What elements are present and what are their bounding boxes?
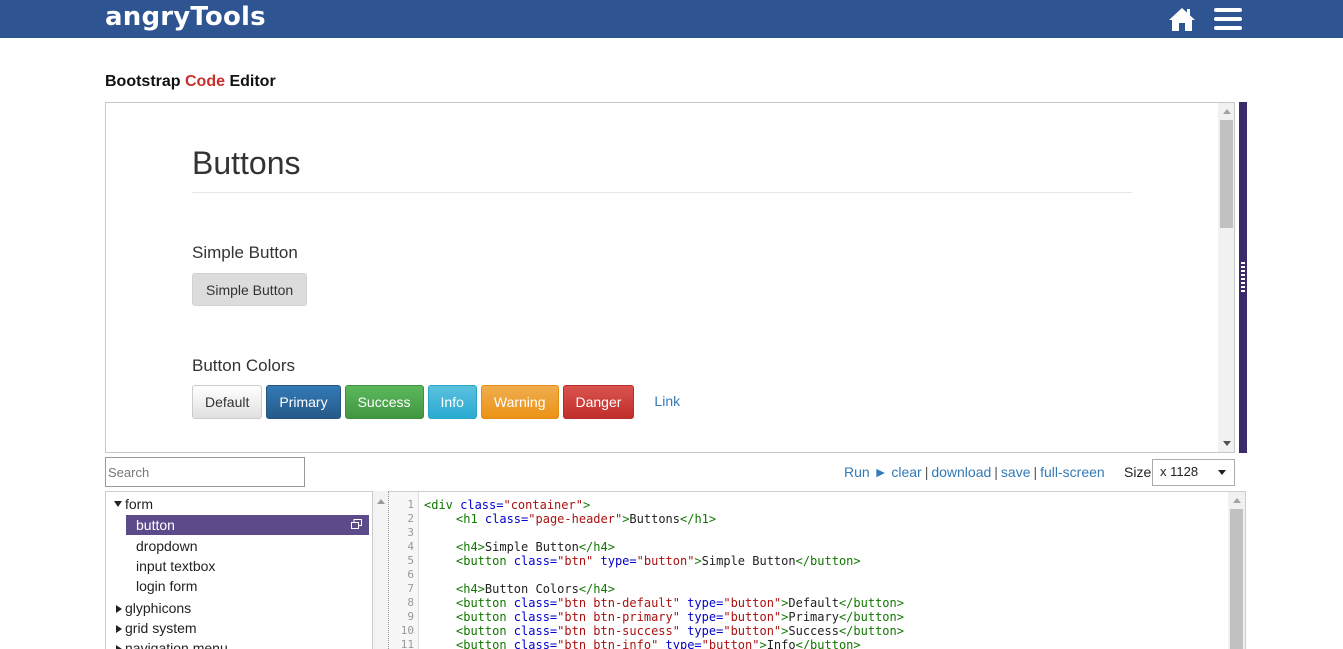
line-number: 2 bbox=[407, 512, 414, 525]
grip-icon[interactable] bbox=[1241, 262, 1245, 292]
line-number: 8 bbox=[407, 596, 414, 609]
caret-right-icon[interactable] bbox=[116, 605, 122, 613]
success-button[interactable]: Success bbox=[344, 385, 424, 419]
simple-button[interactable]: Simple Button bbox=[192, 273, 308, 306]
tree-item-input-textbox[interactable]: input textbox bbox=[136, 556, 215, 576]
info-button[interactable]: Info bbox=[427, 385, 477, 419]
tree-item-login-form[interactable]: login form bbox=[136, 576, 197, 596]
link-button[interactable]: Link bbox=[638, 385, 696, 419]
size-label: Size bbox=[1124, 464, 1152, 480]
button-colors-heading: Button Colors bbox=[192, 356, 295, 375]
preview-frame: Buttons Simple Button Simple Button Butt… bbox=[105, 102, 1235, 453]
tree-item-label: grid system bbox=[125, 620, 197, 636]
tree-item-glyphicons[interactable]: glyphicons bbox=[116, 598, 191, 618]
line-number: 3 bbox=[407, 526, 414, 539]
tree-item-button[interactable]: button bbox=[126, 515, 369, 535]
scroll-up-icon[interactable] bbox=[1223, 109, 1231, 114]
code-scrollbar[interactable] bbox=[1228, 492, 1245, 649]
line-number: 9 bbox=[407, 610, 414, 623]
top-navbar: angryTools bbox=[0, 0, 1343, 38]
resize-splitter[interactable] bbox=[1239, 102, 1247, 453]
tree-item-label: button bbox=[136, 517, 175, 533]
line-number: 6 bbox=[407, 568, 414, 581]
scrollbar-thumb[interactable] bbox=[1230, 509, 1243, 649]
preview-scrollbar[interactable] bbox=[1218, 103, 1234, 452]
tree-item-dropdown[interactable]: dropdown bbox=[136, 536, 198, 556]
caret-right-icon[interactable] bbox=[116, 645, 122, 649]
line-number: 4 bbox=[407, 540, 414, 553]
caret-right-icon[interactable] bbox=[116, 625, 122, 633]
size-select[interactable]: x 1128 bbox=[1152, 459, 1235, 486]
preview-divider bbox=[192, 192, 1132, 193]
code-line: <button class="btn btn-info" type="butto… bbox=[456, 638, 861, 649]
code-line: <button class="btn" type="button">Simple… bbox=[456, 554, 861, 568]
code-line: <h1 class="page-header">Buttons</h1> bbox=[456, 512, 717, 526]
tree-item-grid-system[interactable]: grid system bbox=[116, 618, 197, 638]
site-logo[interactable]: angryTools bbox=[105, 2, 266, 32]
title-accent: Code bbox=[185, 73, 225, 90]
line-number-gutter: 1 2 3 4 5 6 7 8 9 10 11 bbox=[389, 492, 419, 649]
home-icon[interactable] bbox=[1168, 6, 1196, 32]
separator: | bbox=[1033, 464, 1038, 480]
scrollbar-thumb[interactable] bbox=[1220, 120, 1233, 228]
code-line: <h4>Button Colors</h4> bbox=[456, 582, 615, 596]
line-number: 10 bbox=[400, 624, 414, 637]
download-link[interactable]: download bbox=[931, 464, 991, 480]
scroll-up-icon[interactable] bbox=[1233, 498, 1241, 503]
size-select-value: x 1128 bbox=[1160, 464, 1199, 479]
title-part: Editor bbox=[225, 73, 276, 90]
title-part: Bootstrap bbox=[105, 73, 185, 90]
fullscreen-link[interactable]: full-screen bbox=[1040, 464, 1105, 480]
code-line: <button class="btn btn-primary" type="bu… bbox=[456, 610, 904, 624]
code-line: <h4>Simple Button</h4> bbox=[456, 540, 615, 554]
simple-button-heading: Simple Button bbox=[192, 243, 298, 262]
tree-item-label: navigation menu bbox=[125, 640, 228, 649]
line-number: 7 bbox=[407, 582, 414, 595]
page-title: Bootstrap Code Editor bbox=[105, 73, 276, 91]
save-link[interactable]: save bbox=[1001, 464, 1031, 480]
separator: | bbox=[924, 464, 929, 480]
line-number: 1 bbox=[407, 498, 414, 511]
scroll-up-icon[interactable] bbox=[377, 499, 385, 504]
tree-item-label: glyphicons bbox=[125, 600, 192, 616]
warning-button[interactable]: Warning bbox=[480, 385, 559, 419]
line-number: 5 bbox=[407, 554, 414, 567]
editor-toolbar: Run ► clear | download | save | full-screen bbox=[844, 464, 1105, 480]
code-editor[interactable]: 1 2 3 4 5 6 7 8 9 10 11 <div class="cont… bbox=[389, 491, 1246, 649]
button-colors-row: Default Primary Success Info Warning Dan… bbox=[192, 385, 696, 419]
preview-heading: Buttons bbox=[192, 145, 301, 181]
code-line: <div class="container"> bbox=[424, 498, 591, 512]
chevron-down-icon bbox=[1218, 470, 1226, 475]
code-line: <button class="btn btn-default" type="bu… bbox=[456, 596, 904, 610]
tree-item-navigation-menu[interactable]: navigation menu bbox=[116, 638, 228, 649]
tree-item-form[interactable]: form bbox=[114, 494, 153, 514]
code-line: <button class="btn btn-success" type="bu… bbox=[456, 624, 904, 638]
tree-item-label: form bbox=[125, 496, 153, 512]
panel-divider[interactable] bbox=[373, 491, 389, 649]
run-link[interactable]: Run ► bbox=[844, 464, 887, 480]
primary-button[interactable]: Primary bbox=[266, 385, 341, 419]
menu-icon[interactable] bbox=[1214, 8, 1242, 30]
clear-link[interactable]: clear bbox=[891, 464, 921, 480]
scroll-down-icon[interactable] bbox=[1223, 441, 1231, 446]
caret-down-icon[interactable] bbox=[114, 501, 122, 507]
default-button[interactable]: Default bbox=[192, 385, 263, 419]
separator: | bbox=[994, 464, 998, 480]
popout-icon[interactable] bbox=[351, 519, 362, 529]
line-number: 11 bbox=[400, 638, 414, 649]
danger-button[interactable]: Danger bbox=[562, 385, 635, 419]
snippet-tree: form button dropdown input textbox login… bbox=[105, 491, 373, 649]
search-input[interactable] bbox=[105, 457, 305, 487]
